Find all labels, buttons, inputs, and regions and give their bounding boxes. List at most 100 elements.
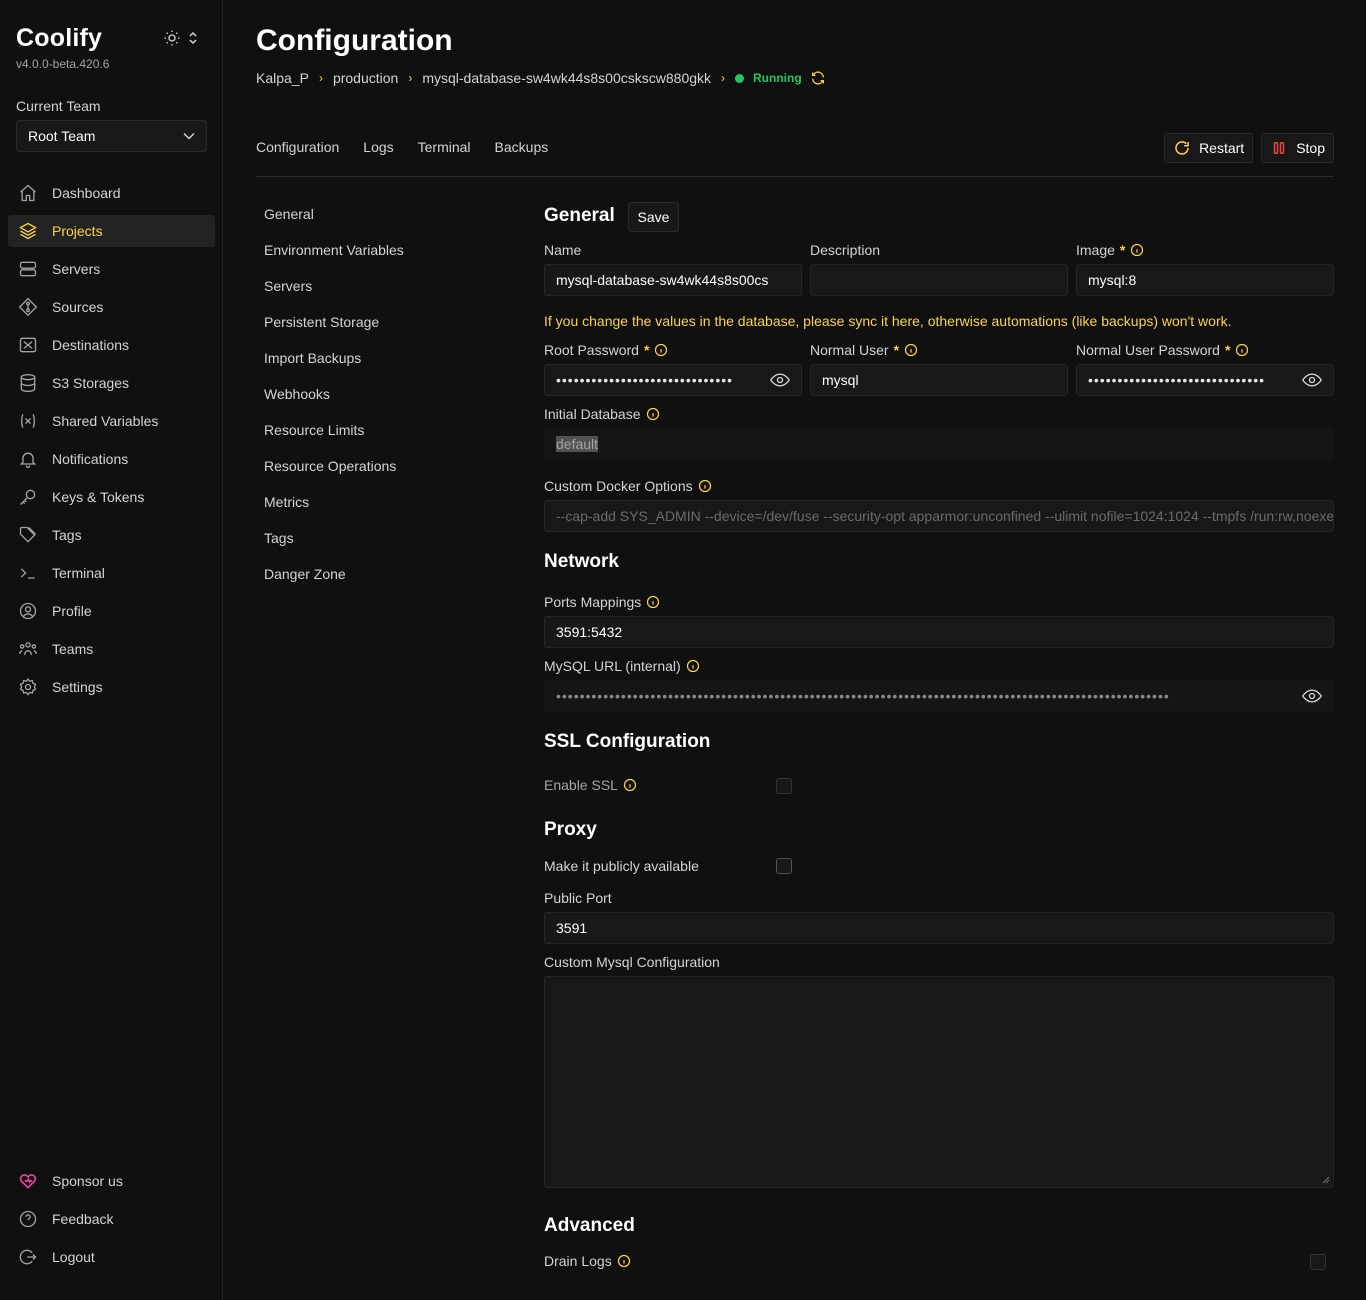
save-button[interactable]: Save <box>628 202 679 232</box>
resize-grip-icon[interactable] <box>1322 1176 1330 1184</box>
nav-label: Profile <box>52 603 92 619</box>
normal-password-input[interactable]: •••••••••••••••••••••••••••••• <box>1076 364 1334 396</box>
terminal-icon <box>18 563 38 583</box>
subnav-environment-variables[interactable]: Environment Variables <box>264 242 404 262</box>
tab-backups[interactable]: Backups <box>495 139 549 155</box>
gear-icon <box>18 677 38 697</box>
docker-options-input[interactable]: --cap-add SYS_ADMIN --device=/dev/fuse -… <box>544 500 1334 532</box>
restart-button[interactable]: Restart <box>1164 133 1254 163</box>
public-port-value: 3591 <box>556 920 588 936</box>
nav-item-sources[interactable]: Sources <box>8 291 215 323</box>
name-input[interactable]: mysql-database-sw4wk44s8s00cs <box>544 264 802 296</box>
nav-item-terminal[interactable]: Terminal <box>8 557 215 589</box>
theme-toggle[interactable] <box>163 29 203 47</box>
breadcrumb-resource[interactable]: mysql-database-sw4wk44s8s00cskscw880gkk <box>422 70 711 86</box>
custom-config-textarea[interactable] <box>544 976 1334 1188</box>
subnav-tags[interactable]: Tags <box>264 530 404 550</box>
subnav-servers[interactable]: Servers <box>264 278 404 298</box>
subnav-general[interactable]: General <box>264 206 404 226</box>
tab-configuration[interactable]: Configuration <box>256 139 339 155</box>
resource-actions: Restart Stop <box>1164 133 1334 163</box>
eye-icon[interactable] <box>1302 689 1322 703</box>
info-icon[interactable] <box>1130 243 1144 257</box>
sidebar-footer: Sponsor us Feedback Logout <box>8 1165 215 1279</box>
breadcrumb-environment[interactable]: production <box>333 70 398 86</box>
nav-item-sponsor[interactable]: Sponsor us <box>8 1165 215 1197</box>
app-logo[interactable]: Coolify <box>16 24 102 53</box>
enable-ssl-checkbox[interactable] <box>776 778 792 794</box>
info-icon[interactable] <box>617 1254 631 1268</box>
tab-terminal[interactable]: Terminal <box>418 139 471 155</box>
public-port-input[interactable]: 3591 <box>544 912 1334 944</box>
subnav-persistent-storage[interactable]: Persistent Storage <box>264 314 404 334</box>
info-icon[interactable] <box>1235 343 1249 357</box>
nav-label: Shared Variables <box>52 413 159 429</box>
subnav-resource-limits[interactable]: Resource Limits <box>264 422 404 442</box>
root-password-label: Root Password * <box>544 342 668 358</box>
image-input[interactable]: mysql:8 <box>1076 264 1334 296</box>
layers-icon <box>18 221 38 241</box>
nav-item-projects[interactable]: Projects <box>8 215 215 247</box>
refresh-icon[interactable] <box>810 70 826 86</box>
nav-item-keys-tokens[interactable]: Keys & Tokens <box>8 481 215 513</box>
subnav-metrics[interactable]: Metrics <box>264 494 404 514</box>
stop-button[interactable]: Stop <box>1261 133 1334 163</box>
nav-label: Settings <box>52 679 103 695</box>
normal-user-label: Normal User * <box>810 342 918 358</box>
docker-options-label: Custom Docker Options <box>544 478 712 494</box>
status-dot <box>735 73 745 83</box>
info-icon[interactable] <box>686 659 700 673</box>
subnav-webhooks[interactable]: Webhooks <box>264 386 404 406</box>
subnav-danger-zone[interactable]: Danger Zone <box>264 566 404 586</box>
eye-icon[interactable] <box>1302 373 1322 387</box>
info-icon[interactable] <box>904 343 918 357</box>
mysql-url-label: MySQL URL (internal) <box>544 658 700 674</box>
info-icon[interactable] <box>654 343 668 357</box>
description-input[interactable] <box>810 264 1068 296</box>
nav-label: Terminal <box>52 565 105 581</box>
tab-logs[interactable]: Logs <box>363 139 393 155</box>
nav-item-dashboard[interactable]: Dashboard <box>8 177 215 209</box>
ports-mappings-input[interactable]: 3591:5432 <box>544 616 1334 648</box>
nav-item-servers[interactable]: Servers <box>8 253 215 285</box>
root-password-value: •••••••••••••••••••••••••••••• <box>556 372 734 388</box>
drain-logs-checkbox[interactable] <box>1310 1254 1326 1270</box>
git-icon <box>18 297 38 317</box>
image-input-value: mysql:8 <box>1088 272 1137 288</box>
root-password-input[interactable]: •••••••••••••••••••••••••••••• <box>544 364 802 396</box>
server-icon <box>18 259 38 279</box>
logout-icon <box>18 1247 38 1267</box>
restart-label: Restart <box>1199 140 1245 156</box>
mysql-url-value: ••••••••••••••••••••••••••••••••••••••••… <box>556 688 1170 704</box>
breadcrumb-project[interactable]: Kalpa_P <box>256 70 309 86</box>
info-icon[interactable] <box>698 479 712 493</box>
nav-label: S3 Storages <box>52 375 130 391</box>
docker-options-placeholder: --cap-add SYS_ADMIN --device=/dev/fuse -… <box>556 508 1334 524</box>
nav-item-teams[interactable]: Teams <box>8 633 215 665</box>
subnav-resource-operations[interactable]: Resource Operations <box>264 458 404 478</box>
team-select[interactable]: Root Team <box>16 120 207 152</box>
subnav-import-backups[interactable]: Import Backups <box>264 350 404 370</box>
nav-item-settings[interactable]: Settings <box>8 671 215 703</box>
nav-item-tags[interactable]: Tags <box>8 519 215 551</box>
help-icon <box>18 1209 38 1229</box>
main-nav: Dashboard Projects Servers Sources Desti… <box>8 177 215 709</box>
ports-mappings-value: 3591:5432 <box>556 624 623 640</box>
eye-icon[interactable] <box>770 373 790 387</box>
nav-item-feedback[interactable]: Feedback <box>8 1203 215 1235</box>
nav-item-profile[interactable]: Profile <box>8 595 215 627</box>
public-available-checkbox[interactable] <box>776 858 792 874</box>
info-icon[interactable] <box>623 778 637 792</box>
mysql-url-input[interactable]: ••••••••••••••••••••••••••••••••••••••••… <box>544 680 1334 712</box>
nav-item-s3-storages[interactable]: S3 Storages <box>8 367 215 399</box>
normal-user-input[interactable]: mysql <box>810 364 1068 396</box>
nav-item-logout[interactable]: Logout <box>8 1241 215 1273</box>
info-icon[interactable] <box>646 407 660 421</box>
initial-database-input[interactable]: default <box>544 428 1334 460</box>
nav-item-shared-variables[interactable]: Shared Variables <box>8 405 215 437</box>
nav-item-notifications[interactable]: Notifications <box>8 443 215 475</box>
info-icon[interactable] <box>646 595 660 609</box>
nav-item-destinations[interactable]: Destinations <box>8 329 215 361</box>
public-available-label: Make it publicly available <box>544 858 699 874</box>
sync-warning: If you change the values in the database… <box>544 313 1232 329</box>
